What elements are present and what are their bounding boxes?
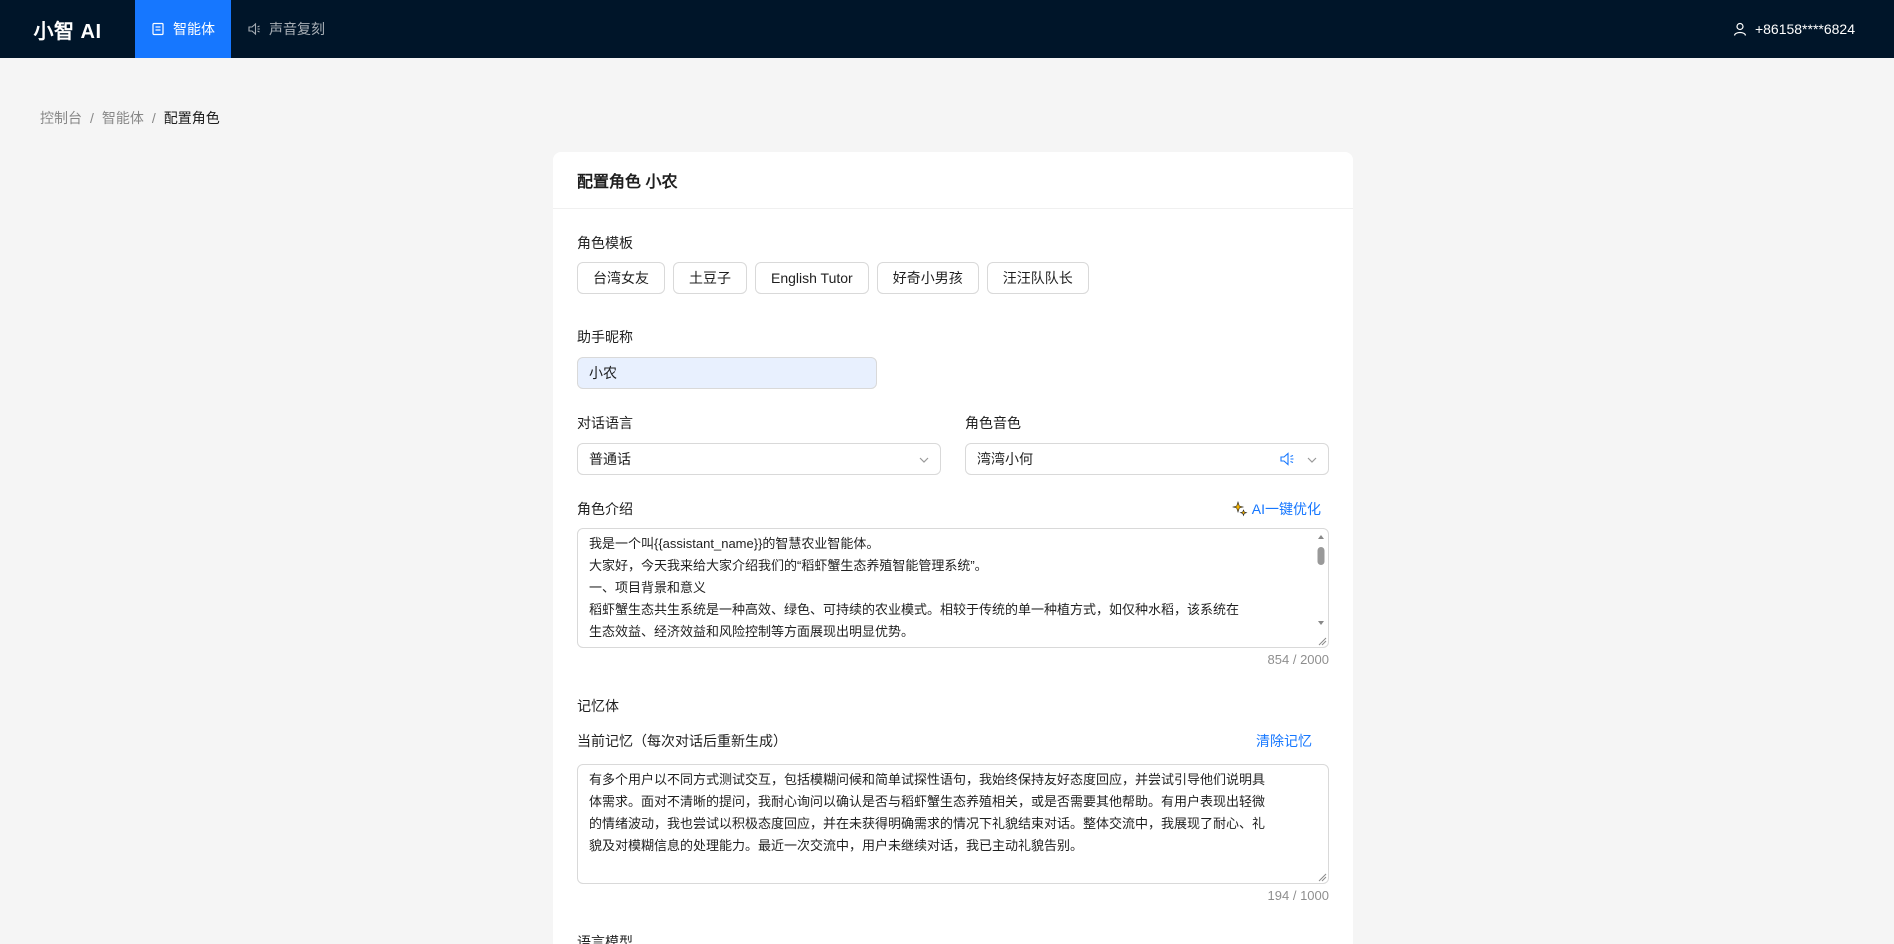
clear-memory-button[interactable]: 清除记忆: [1256, 731, 1312, 751]
memory-line: 貌及对模糊信息的处理能力。最近一次交流中，用户未继续对话，我已主动礼貌告别。: [589, 838, 1084, 853]
user-icon: [1733, 22, 1747, 36]
memory-line: 有多个用户以不同方式测试交互，包括模糊问候和简单试探性语句，我始终保持友好态度回…: [589, 772, 1266, 787]
breadcrumb-separator: /: [151, 110, 156, 126]
template-button[interactable]: English Tutor: [755, 262, 869, 294]
nickname-label: 助手昵称: [577, 329, 633, 345]
breadcrumb-console[interactable]: 控制台: [40, 108, 82, 128]
language-select[interactable]: 普通话: [577, 443, 941, 475]
language-label: 对话语言: [577, 415, 633, 431]
intro-label: 角色介绍: [577, 501, 633, 517]
template-button[interactable]: 汪汪队队长: [986, 262, 1089, 294]
speaker-icon: [248, 22, 260, 36]
voice-label: 角色音色: [965, 415, 1021, 431]
template-button[interactable]: 好奇小男孩: [876, 262, 979, 294]
card-title: 配置角色 小农: [553, 152, 1353, 209]
templates-label: 角色模板: [577, 235, 633, 251]
memory-section-label: 记忆体: [577, 698, 619, 714]
config-card: 配置角色 小农 角色模板 台湾女友 土豆子 English Tutor 好奇小男…: [553, 152, 1353, 944]
user-phone: +86158****6824: [1754, 21, 1855, 37]
top-navbar: 小智 AI 智能体 声音复刻 +86158****6824: [0, 0, 1894, 58]
template-button[interactable]: 土豆子: [673, 262, 747, 294]
ai-optimize-label: AI一键优化: [1251, 501, 1321, 517]
app-logo[interactable]: 小智 AI: [0, 0, 135, 58]
voice-select[interactable]: 湾湾小何: [965, 443, 1329, 475]
voice-value: 湾湾小何: [977, 451, 1033, 467]
ai-optimize-button[interactable]: AI一键优化: [1231, 499, 1321, 519]
scrollbar[interactable]: [1316, 533, 1326, 629]
nav-item-voice-clone[interactable]: 声音复刻: [231, 0, 341, 58]
nav-item-label: 声音复刻: [269, 21, 325, 37]
resize-handle[interactable]: [1318, 873, 1327, 882]
llm-label: 语言模型: [577, 934, 633, 944]
intro-char-counter: 854 / 2000: [1267, 652, 1329, 667]
memory-label: 当前记忆（每次对话后重新生成）: [577, 733, 787, 749]
intro-line: 大家好，今天我来给大家介绍我们的“稻虾蟹生态养殖智能管理系统”。: [589, 558, 988, 573]
memory-line: 的情绪波动，我也尝试以积极态度回应，并在未获得明确需求的情况下礼貌结束对话。整体…: [589, 816, 1266, 831]
breadcrumb-agents[interactable]: 智能体: [102, 108, 144, 128]
agent-icon: [152, 22, 164, 36]
nav-item-agents[interactable]: 智能体: [135, 0, 231, 58]
nickname-input[interactable]: 小农: [577, 357, 877, 389]
intro-line: 一、项目背景和意义: [589, 580, 707, 595]
memory-char-counter: 194 / 1000: [1267, 888, 1329, 903]
breadcrumb: 控制台 / 智能体 / 配置角色: [40, 108, 220, 128]
chevron-down-icon: [1307, 457, 1317, 463]
breadcrumb-separator: /: [90, 110, 94, 126]
memory-textarea[interactable]: 有多个用户以不同方式测试交互，包括模糊问候和简单试探性语句，我始终保持友好态度回…: [577, 764, 1329, 884]
nav-item-label: 智能体: [173, 21, 215, 37]
template-button[interactable]: 台湾女友: [577, 262, 665, 294]
language-value: 普通话: [589, 451, 631, 467]
chevron-down-icon: [919, 457, 929, 463]
intro-line: 生态效益、经济效益和风险控制等方面展现出明显优势。: [589, 624, 915, 639]
intro-textarea[interactable]: 我是一个叫{{assistant_name}}的智慧农业智能体。 大家好，今天我…: [577, 528, 1329, 648]
breadcrumb-current: 配置角色: [163, 110, 220, 126]
intro-line: 我是一个叫{{assistant_name}}的智慧农业智能体。: [589, 536, 880, 551]
intro-line: 稻虾蟹生态共生系统是一种高效、绿色、可持续的农业模式。相较于传统的单一种植方式，…: [589, 602, 1240, 617]
user-menu[interactable]: +86158****6824: [1733, 0, 1894, 58]
sound-icon[interactable]: [1280, 452, 1296, 466]
template-list: 台湾女友 土豆子 English Tutor 好奇小男孩 汪汪队队长: [577, 262, 1089, 294]
memory-line: 体需求。面对不清晰的提问，我耐心询问以确认是否与稻虾蟹生态养殖相关，或是否需要其…: [589, 794, 1266, 809]
sparkle-icon: [1231, 501, 1248, 517]
resize-handle[interactable]: [1318, 637, 1327, 646]
